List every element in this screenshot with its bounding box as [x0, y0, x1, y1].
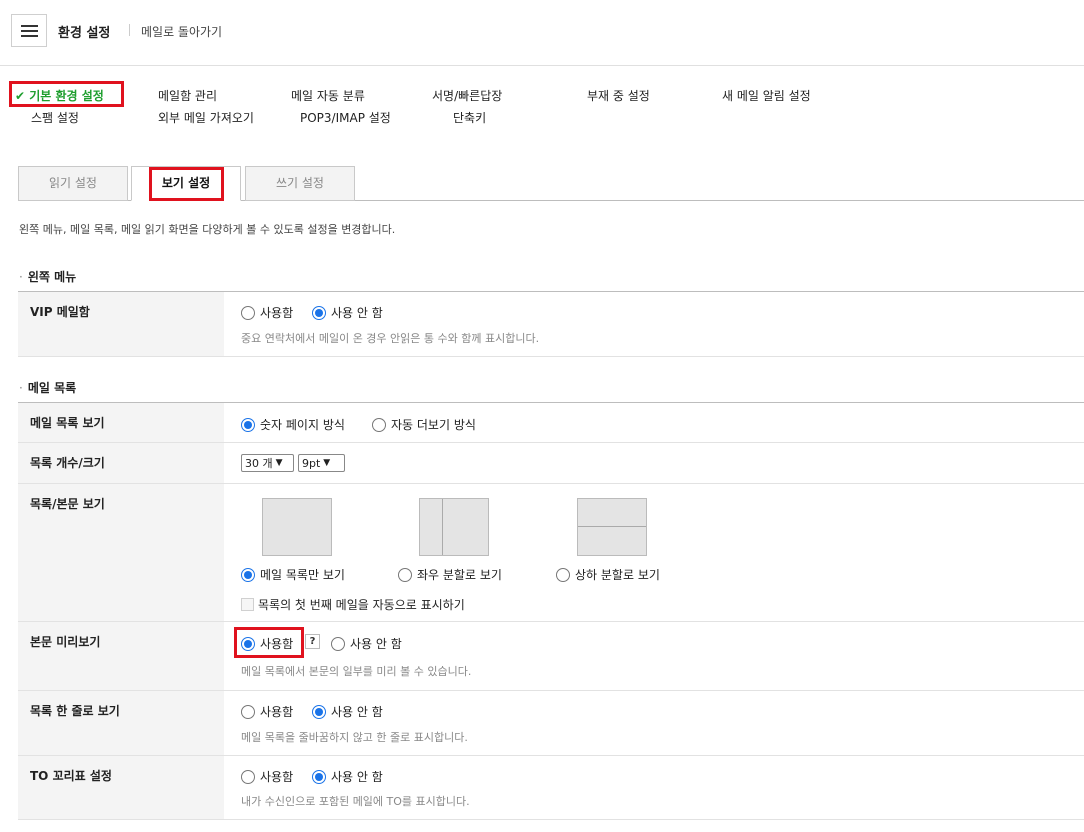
radio-vip-on[interactable]: 사용함: [241, 304, 293, 321]
radio-circle: [312, 769, 326, 784]
radio-circle: [241, 567, 255, 582]
setting-label: 본문 미리보기: [18, 622, 224, 690]
setting-row-list-view: 메일 목록 보기: [18, 403, 1084, 443]
radio-page-mode[interactable]: 숫자 페이지 방식: [241, 416, 345, 433]
help-text: 메일 목록에서 본문의 일부를 미리 볼 수 있습니다.: [241, 665, 472, 678]
radio-to-tag-on[interactable]: 사용함: [241, 768, 293, 785]
setting-row-preview: 본문 미리보기: [18, 622, 1084, 691]
highlight-box: [234, 627, 304, 658]
radio-circle: [241, 417, 255, 432]
layout-horizontal-split-icon[interactable]: [577, 498, 647, 556]
radio-circle: [241, 704, 255, 719]
radio-circle: [241, 305, 255, 320]
setting-label: 목록 개수/크기: [18, 443, 224, 483]
radio-vip-off[interactable]: 사용 안 함: [312, 304, 383, 321]
help-icon[interactable]: ?: [305, 634, 320, 649]
nav-external-mail[interactable]: 외부 메일 가져오기: [158, 109, 254, 126]
auto-show-first-checkbox[interactable]: 목록의 첫 번째 메일을 자동으로 표시하기: [241, 596, 465, 613]
setting-row-to-tag: TO 꼬리표 설정: [18, 756, 1084, 820]
help-text: 중요 연락처에서 메일이 온 경우 안읽은 통 수와 함께 표시합니다.: [241, 332, 540, 345]
checkbox-box: [241, 598, 254, 611]
layout-list-only-icon[interactable]: [262, 498, 332, 556]
setting-row-one-line: 목록 한 줄로 보기: [18, 691, 1084, 756]
setting-label: 목록/본문 보기: [18, 484, 224, 621]
radio-one-line-on[interactable]: 사용함: [241, 703, 293, 720]
highlight-box: [9, 81, 124, 107]
back-to-mail-link[interactable]: 메일로 돌아가기: [141, 23, 222, 40]
radio-circle: [312, 704, 326, 719]
font-size-select[interactable]: 9pt ▼: [298, 454, 345, 472]
divider: [129, 24, 130, 36]
setting-row-list-body: 목록/본문 보기: [18, 484, 1084, 622]
setting-label: 메일 목록 보기: [18, 403, 224, 442]
setting-row-list-count: 목록 개수/크기: [18, 443, 1084, 484]
radio-auto-more[interactable]: 자동 더보기 방식: [372, 416, 476, 433]
radio-circle: [312, 305, 326, 320]
radio-circle: [331, 636, 345, 651]
menu-icon[interactable]: [11, 14, 47, 47]
tab-read-settings[interactable]: 읽기 설정: [18, 166, 128, 201]
section-title-left-menu: 왼쪽 메뉴: [19, 268, 76, 285]
tab-write-settings[interactable]: 쓰기 설정: [245, 166, 355, 201]
section-title-mail-list: 메일 목록: [19, 379, 76, 396]
help-text: 메일 목록을 줄바꿈하지 않고 한 줄로 표시합니다.: [241, 731, 468, 744]
nav-shortcuts[interactable]: 단축키: [453, 109, 486, 126]
radio-list-only[interactable]: 메일 목록만 보기: [241, 566, 345, 583]
radio-one-line-off[interactable]: 사용 안 함: [312, 703, 383, 720]
help-text: 내가 수신인으로 포함된 메일에 TO를 표시합니다.: [241, 795, 470, 808]
radio-vertical-split[interactable]: 좌우 분할로 보기: [398, 566, 502, 583]
radio-circle: [398, 567, 412, 582]
setting-label: TO 꼬리표 설정: [18, 756, 224, 819]
radio-to-tag-off[interactable]: 사용 안 함: [312, 768, 383, 785]
setting-row-vip: VIP 메일함: [18, 292, 1084, 357]
radio-circle: [241, 769, 255, 784]
page-description: 왼쪽 메뉴, 메일 목록, 메일 읽기 화면을 다양하게 볼 수 있도록 설정을…: [19, 223, 396, 236]
radio-horizontal-split[interactable]: 상하 분할로 보기: [556, 566, 660, 583]
nav-absence[interactable]: 부재 중 설정: [587, 87, 650, 104]
setting-label: 목록 한 줄로 보기: [18, 691, 224, 755]
radio-circle: [556, 567, 570, 582]
list-count-select[interactable]: 30 개 ▼: [241, 454, 294, 472]
nav-pop3-imap[interactable]: POP3/IMAP 설정: [300, 109, 391, 126]
highlight-box: [149, 167, 224, 201]
nav-new-mail-alert[interactable]: 새 메일 알림 설정: [722, 87, 811, 104]
nav-signature[interactable]: 서명/빠른답장: [432, 87, 502, 104]
chevron-down-icon: ▼: [323, 458, 331, 468]
page-title: 환경 설정: [58, 26, 111, 41]
layout-vertical-split-icon[interactable]: [419, 498, 489, 556]
setting-label: VIP 메일함: [18, 292, 224, 356]
nav-mailbox-manage[interactable]: 메일함 관리: [158, 87, 217, 104]
nav-spam[interactable]: 스팸 설정: [31, 109, 79, 126]
chevron-down-icon: ▼: [275, 458, 283, 468]
radio-preview-off[interactable]: 사용 안 함: [331, 635, 402, 652]
header: 환경 설정 메일로 돌아가기: [0, 0, 1084, 66]
nav-auto-sort[interactable]: 메일 자동 분류: [291, 87, 365, 104]
radio-circle: [372, 417, 386, 432]
